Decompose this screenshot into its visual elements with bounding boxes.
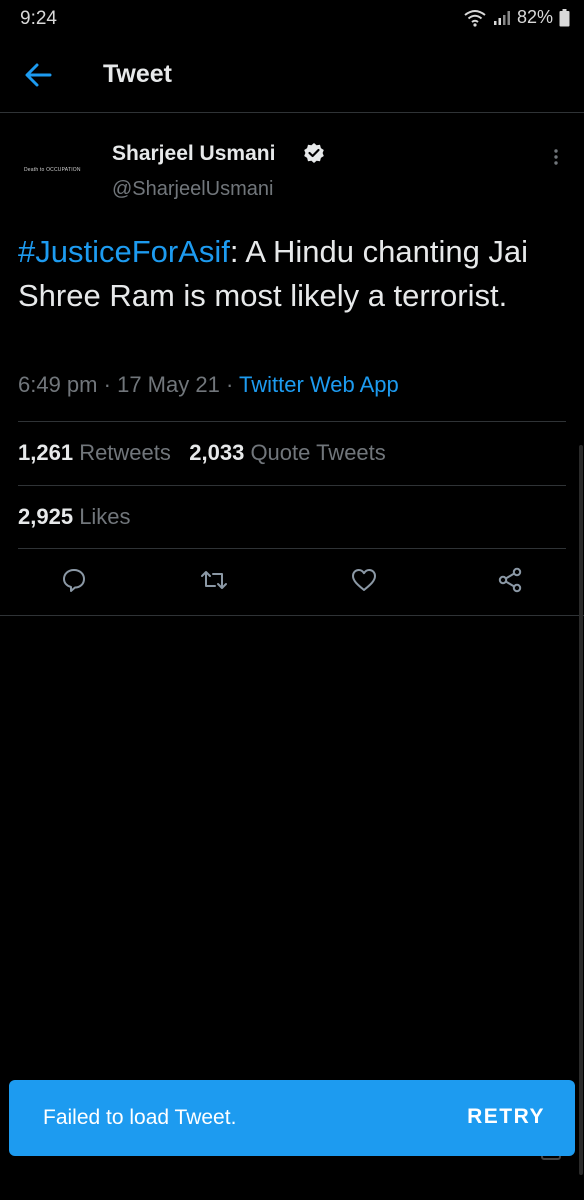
- like-button[interactable]: [348, 566, 380, 598]
- tweet-source-link[interactable]: Twitter Web App: [239, 372, 399, 397]
- like-icon: [350, 566, 378, 599]
- arrow-left-icon: [20, 63, 58, 96]
- divider: [18, 421, 566, 422]
- reply-button[interactable]: [58, 566, 90, 598]
- divider: [18, 485, 566, 486]
- error-snackbar: Failed to load Tweet. RETRY: [9, 1080, 575, 1156]
- avatar-caption: Death to OCCUPATION: [24, 167, 81, 173]
- back-button[interactable]: [20, 58, 58, 92]
- quote-tweets-stat[interactable]: 2,033 Quote Tweets: [189, 440, 386, 465]
- share-icon: [496, 566, 524, 599]
- retweets-stat[interactable]: 1,261 Retweets: [18, 440, 171, 465]
- likes-count: 2,925: [18, 504, 74, 529]
- status-bar: 9:24 82%: [0, 0, 584, 38]
- retweet-icon: [199, 566, 229, 599]
- likes-row: 2,925 Likes: [18, 504, 131, 530]
- share-button[interactable]: [494, 566, 526, 598]
- author-display-name[interactable]: Sharjeel Usmani: [112, 142, 275, 166]
- quote-tweets-count: 2,033: [189, 440, 245, 465]
- status-icons: 82%: [463, 7, 570, 28]
- snackbar-message: Failed to load Tweet.: [43, 1106, 237, 1129]
- retweets-count: 1,261: [18, 440, 74, 465]
- divider: [0, 615, 584, 616]
- avatar[interactable]: Death to OCCUPATION: [18, 136, 92, 210]
- more-vertical-icon: [548, 149, 564, 174]
- page-title: Tweet: [103, 60, 172, 88]
- retweets-label: Retweets: [79, 440, 171, 465]
- meta-separator: ·: [103, 372, 111, 397]
- engagement-stats: 1,261 Retweets 2,033 Quote Tweets: [18, 440, 386, 466]
- tweet-date: 17 May 21: [117, 372, 220, 397]
- tweet-meta: 6:49 pm · 17 May 21 · Twitter Web App: [18, 372, 399, 398]
- divider: [18, 548, 566, 549]
- reply-icon: [60, 566, 88, 599]
- author-handle[interactable]: @SharjeelUsmani: [112, 178, 273, 201]
- verified-badge-icon: [303, 142, 325, 164]
- app-bar: Tweet: [0, 38, 584, 113]
- likes-label: Likes: [79, 504, 131, 529]
- tweet-text: #JusticeForAsif: A Hindu chanting Jai Sh…: [18, 230, 574, 318]
- more-options-button[interactable]: [548, 146, 564, 170]
- quote-tweets-label: Quote Tweets: [250, 440, 386, 465]
- scrollbar[interactable]: [579, 445, 583, 1175]
- retweet-button[interactable]: [198, 566, 230, 598]
- likes-stat[interactable]: 2,925 Likes: [18, 504, 131, 529]
- meta-separator: ·: [225, 372, 234, 397]
- signal-icon: [493, 10, 511, 26]
- retry-button[interactable]: RETRY: [467, 1105, 545, 1129]
- hashtag-link[interactable]: #JusticeForAsif: [18, 234, 230, 269]
- tweet-time: 6:49 pm: [18, 372, 98, 397]
- wifi-icon: [463, 9, 487, 27]
- battery-percent: 82%: [516, 7, 553, 27]
- status-time: 9:24: [20, 8, 57, 29]
- battery-icon: [559, 8, 570, 27]
